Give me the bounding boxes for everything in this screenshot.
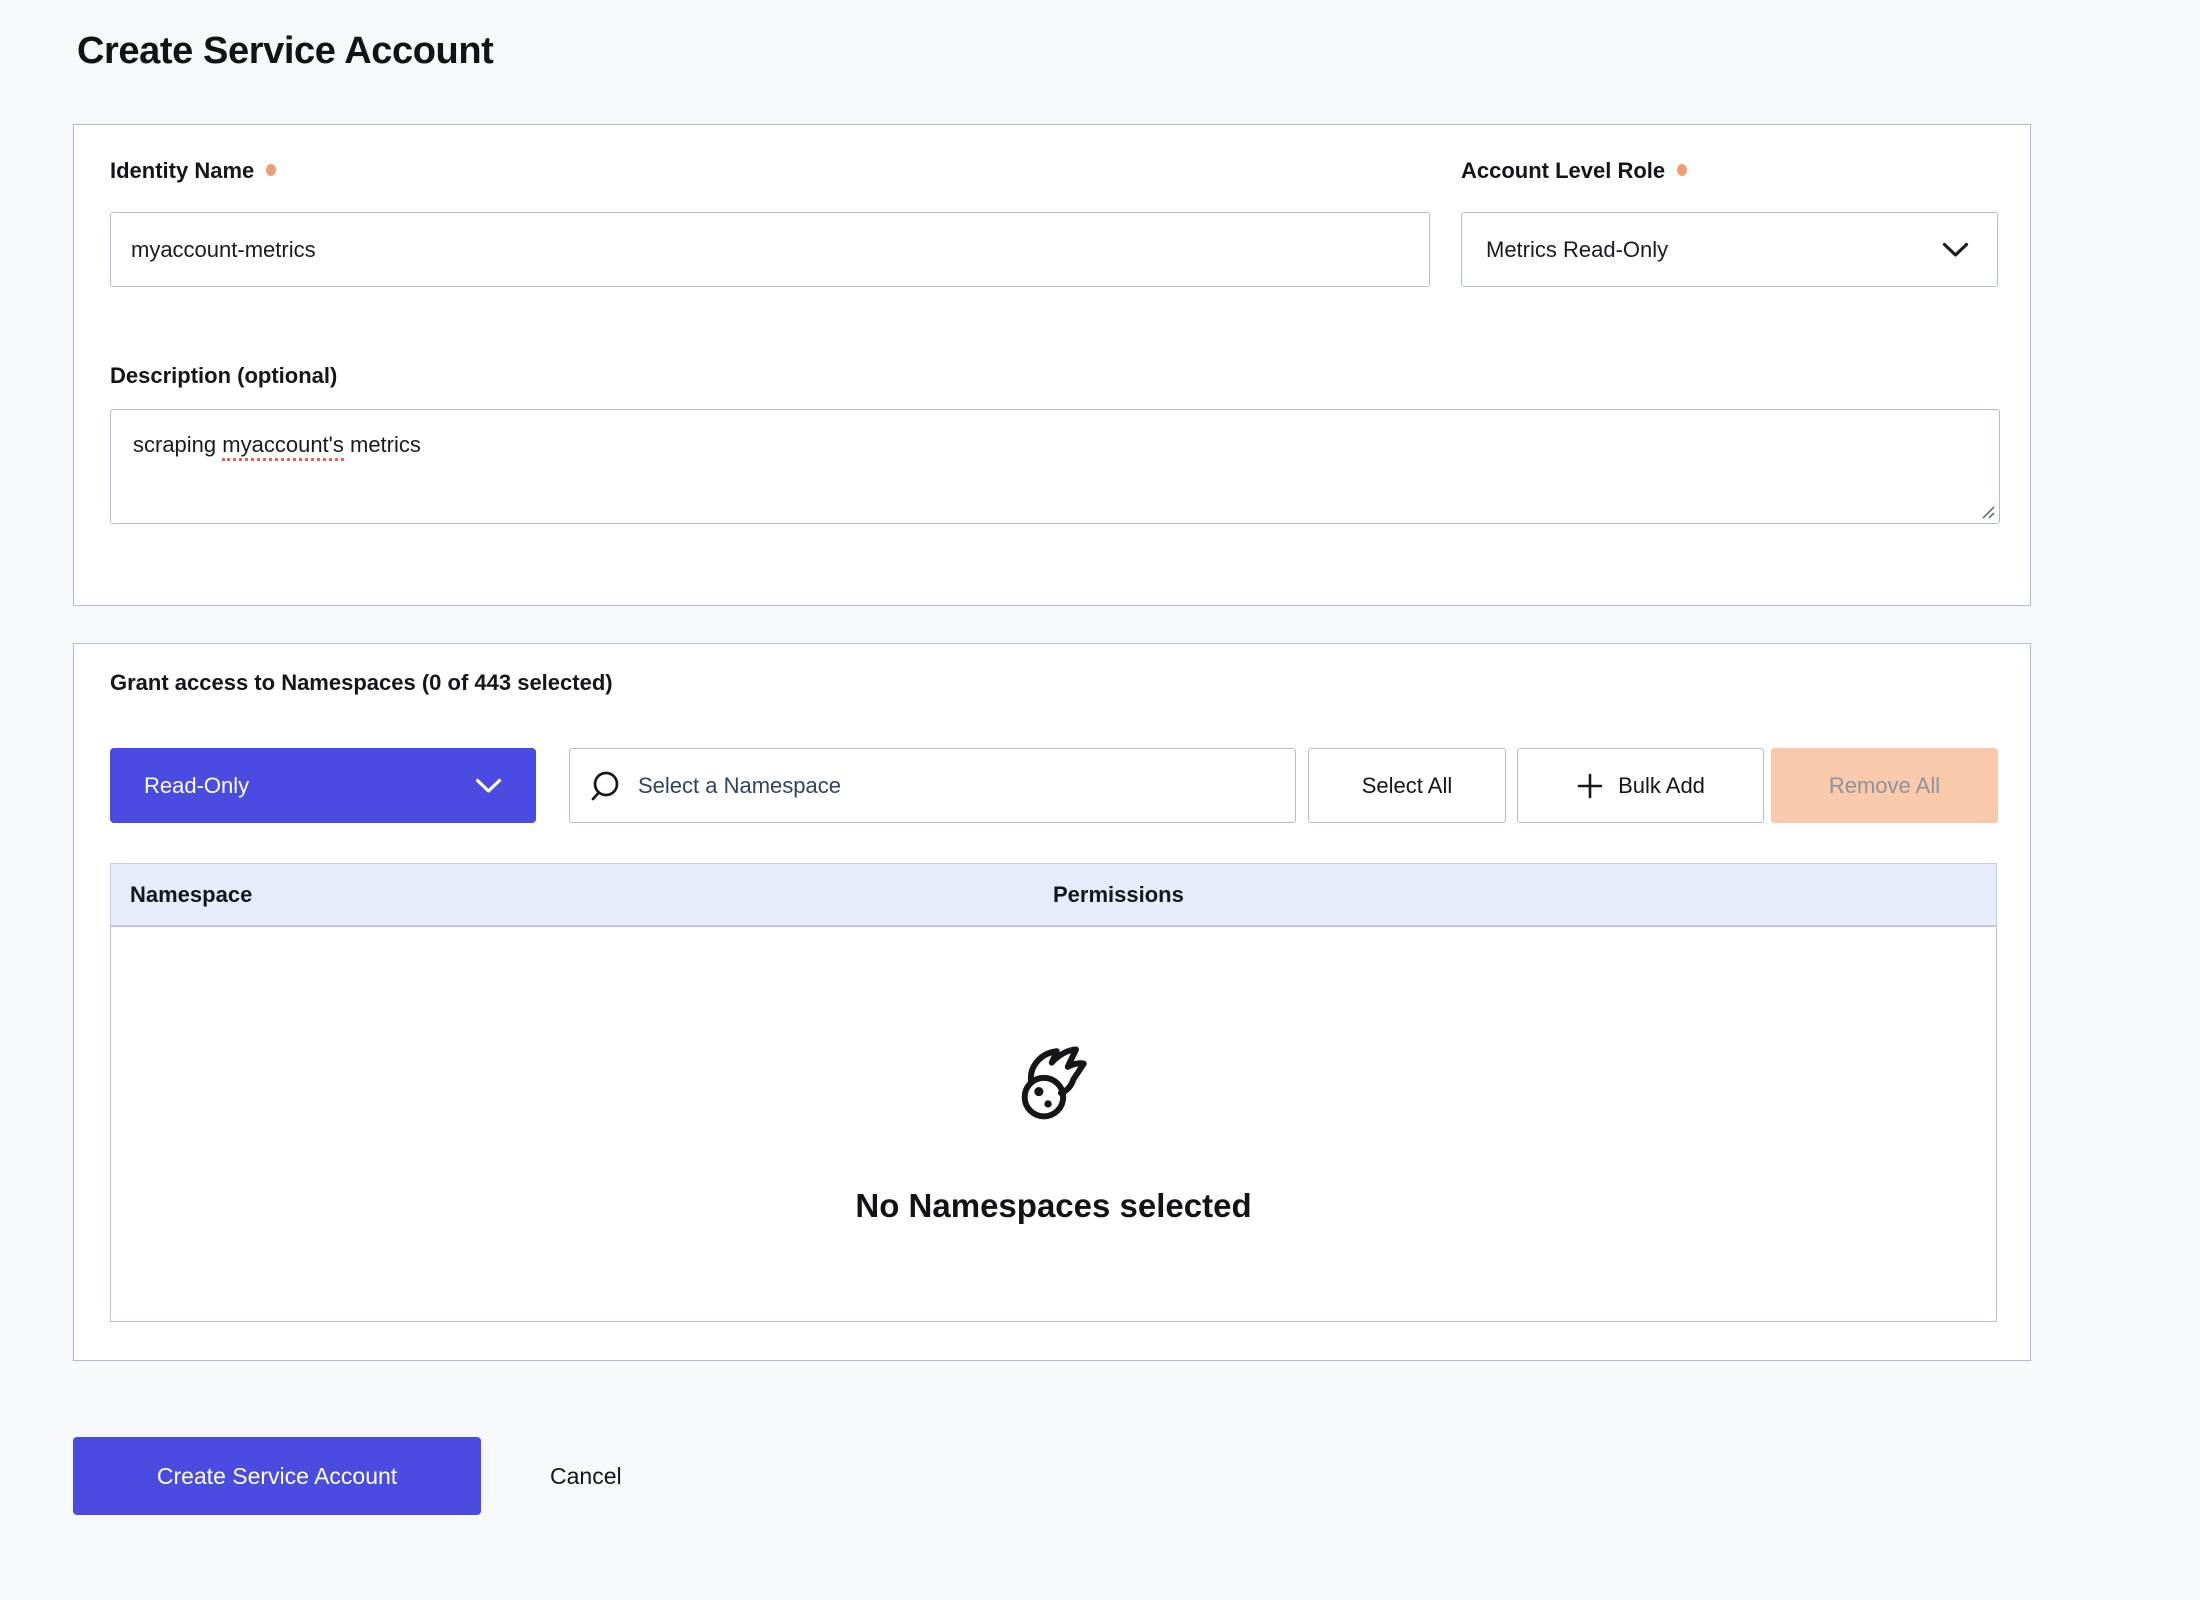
namespace-table-header: Namespace Permissions [110,863,1997,926]
namespace-search[interactable] [569,748,1296,823]
description-textarea[interactable]: scraping myaccount's metrics [110,409,2000,524]
namespace-controls-row: Read-Only Select All Bulk Add Remove All [74,748,2030,823]
identity-name-label-text: Identity Name [110,158,254,184]
bulk-add-label: Bulk Add [1618,773,1705,799]
chevron-down-icon [1942,242,1969,258]
description-label-text: Description (optional) [110,363,337,389]
account-level-role-label: Account Level Role [1461,158,1687,184]
account-level-role-value: Metrics Read-Only [1486,237,1668,263]
empty-state-text: No Namespaces selected [855,1187,1251,1225]
plus-icon [1576,772,1604,800]
create-service-account-button[interactable]: Create Service Account [73,1437,481,1515]
remove-all-button[interactable]: Remove All [1771,748,1998,823]
description-text-prefix: scraping [133,432,222,457]
permission-dropdown[interactable]: Read-Only [110,748,536,823]
comet-icon [1010,1043,1098,1131]
page-title: Create Service Account [77,30,493,73]
column-header-permissions: Permissions [1053,882,1184,908]
search-icon [588,769,622,803]
description-text-suffix: metrics [344,432,421,457]
namespace-search-input[interactable] [638,773,1277,799]
resize-handle-icon[interactable] [1980,504,1996,520]
namespace-table-body: No Namespaces selected [110,926,1997,1322]
identity-name-field-wrap [110,212,1430,287]
bulk-add-button[interactable]: Bulk Add [1517,748,1764,823]
permission-dropdown-value: Read-Only [144,773,249,799]
footer-actions: Create Service Account Cancel [73,1437,622,1515]
account-level-role-select[interactable]: Metrics Read-Only [1461,212,1998,287]
description-misspelled-word: myaccount's [222,432,344,461]
identity-details-card: Identity Name Account Level Role Metrics… [73,124,2031,606]
identity-name-input[interactable] [110,212,1430,287]
select-all-label: Select All [1362,773,1453,799]
account-level-role-label-text: Account Level Role [1461,158,1665,184]
grant-namespaces-heading: Grant access to Namespaces (0 of 443 sel… [110,670,613,696]
required-dot-icon [266,164,276,176]
select-all-button[interactable]: Select All [1308,748,1506,823]
column-header-namespace: Namespace [111,882,252,908]
remove-all-label: Remove All [1829,773,1940,799]
chevron-down-icon [475,778,502,794]
identity-name-label: Identity Name [110,158,276,184]
grant-namespaces-card: Grant access to Namespaces (0 of 443 sel… [73,643,2031,1361]
required-dot-icon [1677,164,1687,176]
cancel-button[interactable]: Cancel [550,1463,622,1490]
description-label: Description (optional) [110,363,337,389]
